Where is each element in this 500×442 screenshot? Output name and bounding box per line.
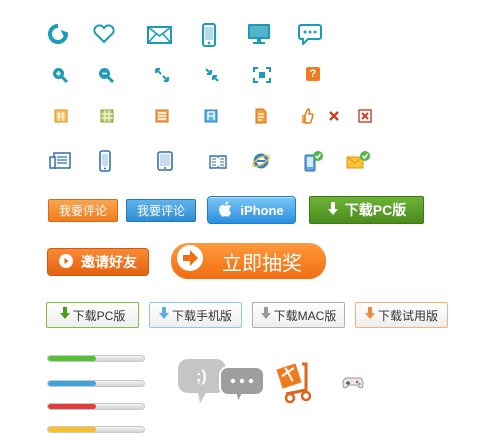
lottery-button[interactable]: 立即抽奖: [171, 243, 326, 279]
apple-icon: [219, 200, 233, 220]
download-trial-button[interactable]: 下载试用版: [355, 302, 448, 328]
iphone-download-button[interactable]: iPhone: [207, 196, 296, 224]
calendar-icon[interactable]: [54, 109, 68, 123]
comment-button-orange[interactable]: 我要评论: [48, 199, 118, 222]
chat-bubbles-icon: [176, 357, 266, 407]
download-pc-big-button[interactable]: 下载PC版: [309, 196, 424, 224]
progress-bar-yellow: [47, 426, 145, 433]
zoom-out-icon[interactable]: [98, 67, 114, 83]
close-box-icon[interactable]: [358, 109, 372, 123]
close-icon[interactable]: [328, 110, 340, 122]
heart-icon[interactable]: [92, 24, 116, 44]
lottery-label: 立即抽奖: [222, 252, 302, 275]
download-arrow-icon: [59, 307, 70, 323]
download-pc-label: 下载PC版: [72, 308, 126, 323]
progress-bar-blue: [47, 380, 145, 387]
progress-fill: [48, 427, 96, 432]
download-mac-button[interactable]: 下载MAC版: [252, 302, 345, 328]
progress-fill: [48, 356, 96, 361]
download-pc-button[interactable]: 下载PC版: [46, 302, 139, 328]
comment-button-blue[interactable]: 我要评论: [126, 199, 196, 222]
phone-icon[interactable]: [99, 150, 111, 172]
progress-fill: [48, 381, 96, 386]
monitor-icon[interactable]: [247, 23, 271, 45]
zoom-in-icon[interactable]: [52, 67, 68, 83]
tablet-icon[interactable]: [157, 151, 173, 171]
ie-browser-icon[interactable]: [252, 152, 270, 170]
download-arrow-icon: [158, 307, 169, 323]
collapse-icon[interactable]: [204, 67, 220, 83]
download-mobile-button[interactable]: 下载手机版: [149, 302, 242, 328]
menu-icon[interactable]: [155, 109, 169, 123]
chat-bubble-icon[interactable]: [298, 23, 322, 45]
document-icon[interactable]: [254, 108, 268, 124]
iphone-label: iPhone: [240, 202, 284, 218]
mail-check-icon[interactable]: [346, 150, 372, 170]
expand-icon[interactable]: [154, 67, 170, 83]
mail-icon[interactable]: [147, 26, 172, 44]
arrow-circle-icon: [176, 244, 204, 278]
book-icon[interactable]: [209, 155, 227, 169]
progress-bar-green: [47, 355, 145, 362]
gamepad-icon: [342, 375, 364, 391]
phone-check-icon[interactable]: [304, 150, 324, 172]
thumbs-up-icon[interactable]: [300, 108, 314, 124]
grid-icon[interactable]: [100, 109, 114, 123]
download-arrow-icon: [260, 307, 271, 323]
mobile-icon[interactable]: [202, 23, 216, 47]
download-mobile-label: 下载手机版: [171, 308, 232, 323]
invite-label: 邀请好友: [81, 254, 137, 270]
cart-gift-icon: [274, 360, 318, 404]
help-icon[interactable]: ?: [306, 67, 320, 81]
comment-label: 我要评论: [136, 204, 185, 218]
download-pc-label: 下载PC版: [344, 202, 407, 218]
download-arrow-icon: [327, 201, 339, 219]
progress-bar-red: [47, 403, 145, 410]
download-arrow-icon: [364, 307, 375, 323]
progress-fill: [48, 404, 96, 409]
list-icon[interactable]: [204, 109, 218, 123]
refresh-icon[interactable]: [47, 23, 69, 45]
smiley-glyph: ;): [196, 368, 207, 385]
download-mac-label: 下载MAC版: [273, 308, 337, 323]
download-trial-label: 下载试用版: [377, 308, 438, 323]
invite-friends-button[interactable]: 邀请好友: [47, 248, 149, 276]
arrow-circle-icon: [59, 253, 73, 271]
fit-screen-icon[interactable]: [253, 67, 271, 83]
newspaper-icon[interactable]: [49, 152, 71, 170]
comment-label: 我要评论: [58, 204, 107, 218]
